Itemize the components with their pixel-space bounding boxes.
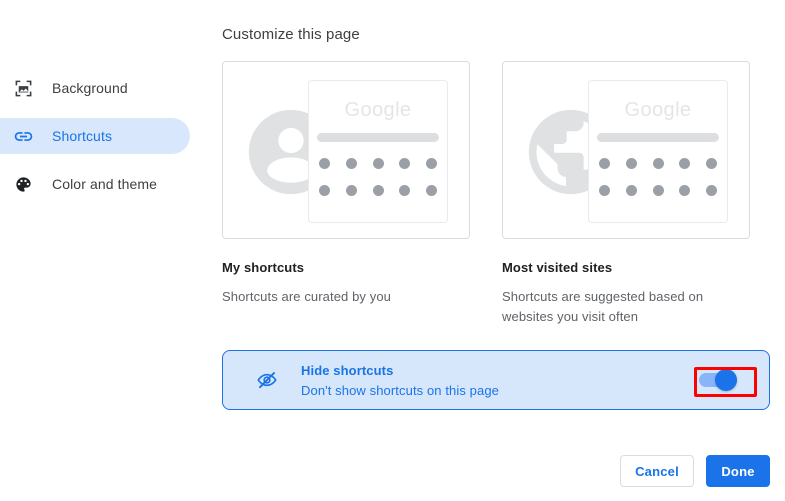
mini-newtab-mock: Google (308, 80, 448, 223)
palette-icon (12, 173, 34, 195)
mini-shortcut-dot (625, 185, 637, 196)
link-icon (12, 125, 34, 147)
mini-shortcut-row (319, 158, 437, 169)
sidebar-item-label: Background (52, 80, 128, 96)
card-title: Most visited sites (502, 260, 613, 275)
mini-shortcut-dot (652, 158, 664, 169)
mini-newtab-mock: Google (588, 80, 728, 223)
mini-shortcut-dot (679, 185, 691, 196)
card-title: My shortcuts (222, 260, 305, 275)
card-description: Shortcuts are suggested based on website… (502, 289, 704, 324)
mini-shortcut-dot (372, 185, 384, 196)
mini-shortcut-dot (426, 158, 437, 169)
mini-shortcut-dot (679, 158, 691, 169)
toggle-knob (715, 369, 737, 391)
hide-shortcuts-row[interactable]: Hide shortcuts Don't show shortcuts on t… (222, 350, 770, 410)
hide-shortcuts-subtitle: Don't show shortcuts on this page (301, 382, 500, 398)
sidebar-item-color-and-theme[interactable]: Color and theme (0, 166, 190, 202)
mini-shortcut-row (319, 185, 437, 196)
sidebar-item-shortcuts[interactable]: Shortcuts (0, 118, 190, 154)
mini-shortcut-dot (319, 158, 330, 169)
card-most-visited-sites[interactable]: Google Most visited sites Shortcuts are … (502, 61, 752, 327)
mini-shortcut-dot (706, 158, 717, 169)
mini-shortcut-dot (426, 185, 437, 196)
mini-google-logo: Google (344, 99, 412, 121)
mini-shortcut-row (599, 185, 717, 196)
sidebar-item-label: Color and theme (52, 176, 158, 192)
page-title: Customize this page (222, 26, 360, 43)
hide-shortcuts-toggle[interactable] (699, 369, 737, 391)
sidebar-item-background[interactable]: Background (0, 70, 190, 106)
mini-shortcut-dot (372, 158, 384, 169)
hide-shortcuts-title: Hide shortcuts (301, 362, 394, 378)
mini-shortcut-dot (399, 185, 411, 196)
most-visited-preview[interactable]: Google (502, 61, 750, 239)
mini-shortcut-dot (345, 185, 357, 196)
mini-searchbar (597, 133, 719, 142)
card-description: Shortcuts are curated by you (222, 289, 392, 304)
mini-shortcut-dot (399, 158, 411, 169)
shortcut-options: Google My shortcuts Shortcuts are curate… (222, 61, 770, 327)
mini-google-logo: Google (624, 99, 692, 121)
mini-shortcut-dot (706, 185, 717, 196)
card-my-shortcuts[interactable]: Google My shortcuts Shortcuts are curate… (222, 61, 472, 327)
mini-shortcut-dot (599, 185, 610, 196)
mini-shortcut-dot (345, 158, 357, 169)
mini-shortcut-dot (625, 158, 637, 169)
sidebar-item-label: Shortcuts (52, 128, 113, 144)
cancel-button[interactable]: Cancel (620, 455, 694, 487)
image-icon (12, 77, 34, 99)
mini-searchbar (317, 133, 439, 142)
dialog-footer: Cancel Done (620, 455, 770, 487)
mini-shortcut-row (599, 158, 717, 169)
my-shortcuts-preview[interactable]: Google (222, 61, 470, 239)
sidebar: Background Shortcuts Color and theme (0, 70, 190, 214)
hide-shortcuts-texts: Hide shortcuts Don't show shortcuts on t… (301, 363, 691, 398)
mini-shortcut-dot (319, 185, 330, 196)
main-content: Customize this page Google My shortcuts … (222, 0, 770, 327)
mini-shortcut-dot (599, 158, 610, 169)
hide-shortcuts-toggle-wrap[interactable] (691, 365, 741, 395)
done-button[interactable]: Done (706, 455, 770, 487)
eye-off-icon (255, 368, 279, 392)
mini-shortcut-dot (652, 185, 664, 196)
